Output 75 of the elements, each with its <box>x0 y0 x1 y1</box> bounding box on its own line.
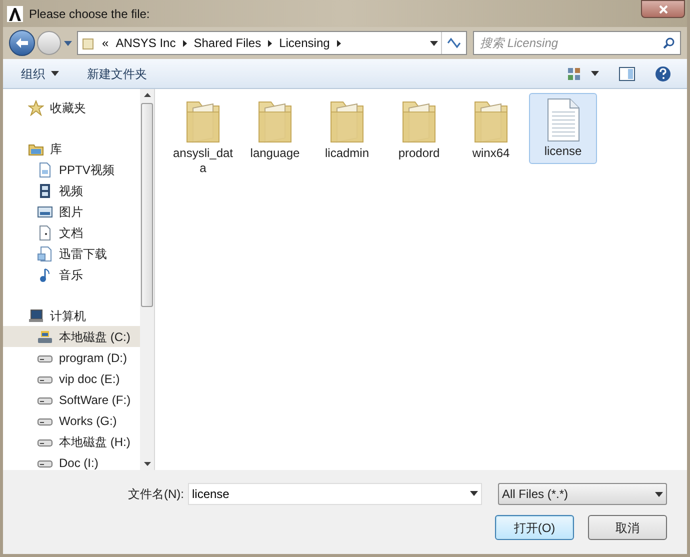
breadcrumb-segment[interactable]: ANSYS Inc <box>112 34 179 52</box>
video-file-icon <box>37 162 53 178</box>
file-tile[interactable]: licadmin <box>313 93 381 166</box>
window-title: Please choose the file: <box>29 6 150 22</box>
new-folder-button[interactable]: 新建文件夹 <box>83 62 151 84</box>
sidebar-item[interactable]: 图片 <box>3 201 140 222</box>
file-type-dropdown[interactable]: All Files (*.*) <box>498 483 667 505</box>
file-tile[interactable]: winx64 <box>457 93 525 166</box>
dialog-button[interactable]: 取消 <box>588 515 667 540</box>
document-icon <box>37 224 53 240</box>
sidebar-item[interactable]: PPTV视频 <box>3 159 140 180</box>
breadcrumb-segment[interactable]: Shared Files <box>190 34 264 52</box>
sidebar-item[interactable]: Works (G:) <box>3 410 140 431</box>
file-name: language <box>249 146 301 161</box>
sidebar-item[interactable]: SoftWare (F:) <box>3 389 140 410</box>
sidebar-item[interactable]: vip doc (E:) <box>3 368 140 389</box>
file-name-field[interactable]: license <box>188 483 482 505</box>
chevron-right-icon <box>336 40 341 46</box>
caret-icon <box>51 71 59 76</box>
sidebar-item[interactable]: 库 <box>3 138 140 159</box>
caret-icon <box>591 71 599 76</box>
film-icon <box>37 182 53 198</box>
close-icon <box>658 4 668 14</box>
scroll-up-icon <box>144 93 150 97</box>
caret-icon <box>64 40 72 46</box>
file-tile[interactable]: license <box>529 93 597 164</box>
breadcrumb-overflow[interactable]: « <box>102 34 109 52</box>
caret-icon <box>655 492 663 496</box>
sidebar-item[interactable]: 迅雷下载 <box>3 243 140 264</box>
caret-icon <box>430 40 438 46</box>
organize-button[interactable]: 组织 <box>17 62 63 84</box>
system-drive-icon <box>37 328 53 344</box>
close-button[interactable] <box>641 0 685 18</box>
picture-icon <box>37 204 53 220</box>
sidebar-item[interactable]: 文档 <box>3 222 140 243</box>
chevron-right-icon <box>182 40 187 46</box>
download-icon <box>37 246 53 262</box>
search-field[interactable]: 搜索 Licensing <box>473 31 681 55</box>
star-icon <box>28 100 44 116</box>
back-button[interactable] <box>9 30 35 56</box>
app-logo-icon <box>7 6 23 22</box>
left-arrow-icon <box>16 38 28 48</box>
file-tile[interactable]: prodord <box>385 93 453 166</box>
file-name: winx64 <box>471 146 511 161</box>
sidebar-item[interactable]: 视频 <box>3 180 140 201</box>
sidebar-item[interactable]: Doc (I:) <box>3 452 140 470</box>
help-icon <box>655 66 671 82</box>
sidebar-item[interactable]: program (D:) <box>3 347 140 368</box>
sidebar-item[interactable]: 计算机 <box>3 305 140 326</box>
sidebar-item[interactable]: 收藏夹 <box>3 97 140 118</box>
computer-icon <box>28 308 44 324</box>
file-tile[interactable]: ansysli_data <box>169 93 237 181</box>
scrollbar-thumb[interactable] <box>141 103 153 307</box>
file-tile[interactable]: language <box>241 93 309 166</box>
file-name-label: 文件名(N): <box>128 486 184 503</box>
sidebar-item[interactable]: 本地磁盘 (H:) <box>3 431 140 452</box>
dialog-button[interactable]: 打开(O) <box>495 515 574 540</box>
grid-view-icon <box>567 66 581 80</box>
file-name: license <box>543 144 583 159</box>
file-name: prodord <box>397 146 441 161</box>
file-name: ansysli_data <box>172 146 234 176</box>
chevron-right-icon <box>268 40 272 46</box>
scrollbar[interactable] <box>140 89 154 470</box>
scroll-down-icon <box>144 462 150 466</box>
file-name: licadmin <box>324 146 370 161</box>
sidebar-item[interactable]: 音乐 <box>3 264 140 285</box>
sidebar-item[interactable]: 本地磁盘 (C:) <box>3 326 140 347</box>
file-name-dropdown-button[interactable] <box>470 491 478 496</box>
folder-icon <box>82 36 94 50</box>
pane-icon <box>619 66 635 80</box>
caret-icon <box>470 491 478 496</box>
text-file-icon <box>545 98 581 142</box>
address-bar[interactable]: « ANSYS Inc Shared Files Licensing <box>77 31 467 55</box>
search-icon <box>663 37 675 49</box>
breadcrumb-segment[interactable]: Licensing <box>276 34 333 52</box>
